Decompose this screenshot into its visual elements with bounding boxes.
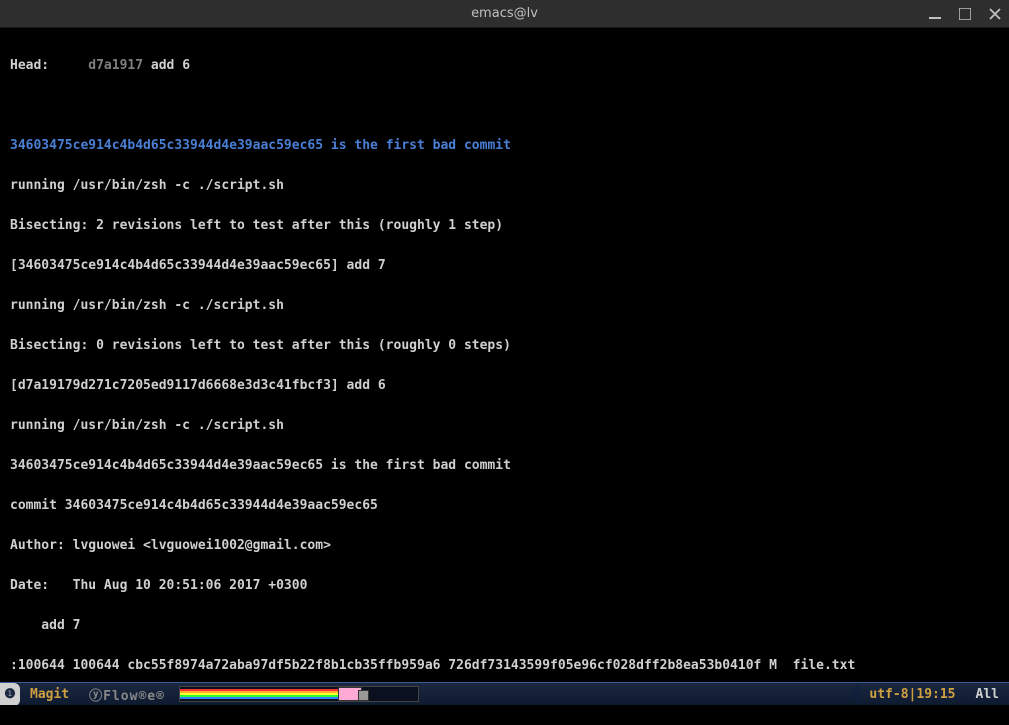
window-number-badge: ❶ [0, 683, 20, 706]
output-line: running /usr/bin/zsh -c ./script.sh [10, 176, 999, 196]
output-line: Author: lvguowei <lvguowei1002@gmail.com… [10, 536, 999, 556]
window-controls [927, 6, 1003, 22]
output-line: [34603475ce914c4b4d65c33944d4e39aac59ec6… [10, 256, 999, 276]
blank-line [10, 96, 999, 116]
nyan-rainbow-icon [180, 689, 340, 699]
output-line: [d7a19179d271c7205ed9117d6668e3d3c41fbcf… [10, 376, 999, 396]
head-line: Head: d7a1917 add 6 [10, 56, 999, 76]
output-line: add 7 [10, 616, 999, 636]
output-line: :100644 100644 cbc55f8974a72aba97df5b22f… [10, 656, 999, 676]
encoding-indicator: utf-8 | 19:15 [859, 683, 965, 706]
output-line: Bisecting: 2 revisions left to test afte… [10, 216, 999, 236]
close-icon[interactable] [987, 6, 1003, 22]
nyan-cat-icon [338, 687, 362, 701]
output-line: 34603475ce914c4b4d65c33944d4e39aac59ec65… [10, 456, 999, 476]
output-line: Date: Thu Aug 10 20:51:06 2017 +0300 [10, 576, 999, 596]
output-line: Bisecting: 0 revisions left to test afte… [10, 336, 999, 356]
maximize-icon[interactable] [957, 6, 973, 22]
window-title: emacs@lv [471, 6, 538, 21]
mode-line-right: utf-8 | 19:15 All [849, 683, 1009, 706]
separator-icon [849, 683, 859, 706]
output-line: running /usr/bin/zsh -c ./script.sh [10, 296, 999, 316]
magit-buffer[interactable]: Head: d7a1917 add 6 34603475ce914c4b4d65… [0, 28, 1009, 695]
output-line: running /usr/bin/zsh -c ./script.sh [10, 416, 999, 436]
mode-line: ❶ Magit ⓨFlow®e® utf-8 | 19:15 All [0, 682, 1009, 705]
minibuffer[interactable] [0, 705, 1009, 725]
major-mode: Magit [20, 683, 79, 706]
nyan-cat-indicator [179, 686, 419, 702]
scroll-indicator: All [966, 683, 1009, 706]
output-line: commit 34603475ce914c4b4d65c33944d4e39aa… [10, 496, 999, 516]
vc-indicator: ⓨFlow®e® [79, 683, 175, 706]
minimize-icon[interactable] [927, 6, 943, 22]
window-titlebar: emacs@lv [0, 0, 1009, 28]
bisect-result-line: 34603475ce914c4b4d65c33944d4e39aac59ec65… [10, 136, 999, 156]
